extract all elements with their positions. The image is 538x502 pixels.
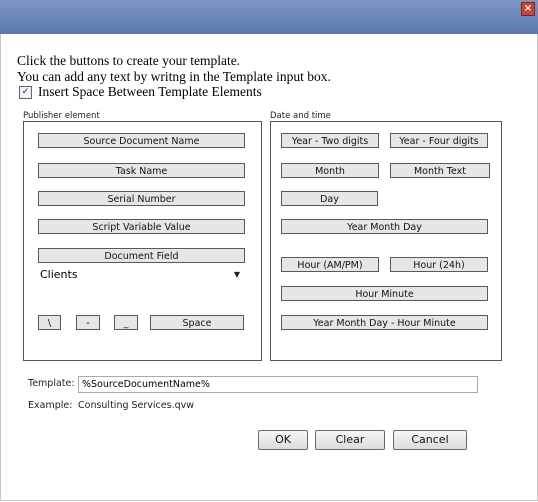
clear-button[interactable]: Clear: [315, 430, 385, 450]
chevron-down-icon[interactable]: ▼: [234, 265, 240, 285]
document-field-button[interactable]: Document Field: [38, 248, 245, 263]
backslash-button[interactable]: \: [38, 315, 61, 330]
source-document-name-button[interactable]: Source Document Name: [38, 133, 245, 148]
month-text-button[interactable]: Month Text: [390, 163, 490, 178]
insert-space-checkbox[interactable]: ✓: [19, 86, 32, 99]
ok-button[interactable]: OK: [258, 430, 308, 450]
month-button[interactable]: Month: [281, 163, 379, 178]
example-value: Consulting Services.qvw: [78, 400, 195, 411]
publisher-element-title: Publisher element: [23, 111, 100, 121]
template-label: Template:: [28, 378, 75, 389]
underscore-button[interactable]: _: [114, 315, 138, 330]
example-label: Example:: [28, 400, 73, 411]
script-variable-value-button[interactable]: Script Variable Value: [38, 219, 245, 234]
instruction-line-1: Click the buttons to create your templat…: [17, 53, 241, 68]
cancel-button[interactable]: Cancel: [393, 430, 467, 450]
day-button[interactable]: Day: [281, 191, 378, 206]
year-four-digits-button[interactable]: Year - Four digits: [390, 133, 488, 148]
space-button[interactable]: Space: [150, 315, 244, 330]
date-and-time-title: Date and time: [270, 111, 331, 121]
year-month-day-hour-minute-button[interactable]: Year Month Day - Hour Minute: [281, 315, 488, 330]
hour-minute-button[interactable]: Hour Minute: [281, 286, 488, 301]
year-month-day-button[interactable]: Year Month Day: [281, 219, 488, 234]
document-field-select-value: Clients: [40, 268, 78, 281]
year-two-digits-button[interactable]: Year - Two digits: [281, 133, 379, 148]
insert-space-label[interactable]: Insert Space Between Template Elements: [38, 84, 262, 100]
instruction-line-2: You can add any text by writng in the Te…: [17, 69, 331, 84]
document-field-select[interactable]: Clients ▼: [38, 265, 244, 285]
close-icon[interactable]: ×: [521, 2, 535, 16]
dash-button[interactable]: -: [76, 315, 100, 330]
serial-number-button[interactable]: Serial Number: [38, 191, 245, 206]
task-name-button[interactable]: Task Name: [38, 163, 245, 178]
hour-24h-button[interactable]: Hour (24h): [390, 257, 488, 272]
hour-ampm-button[interactable]: Hour (AM/PM): [281, 257, 379, 272]
template-input[interactable]: %SourceDocumentName%: [78, 376, 478, 393]
dialog-title-bar: ×: [0, 0, 538, 34]
